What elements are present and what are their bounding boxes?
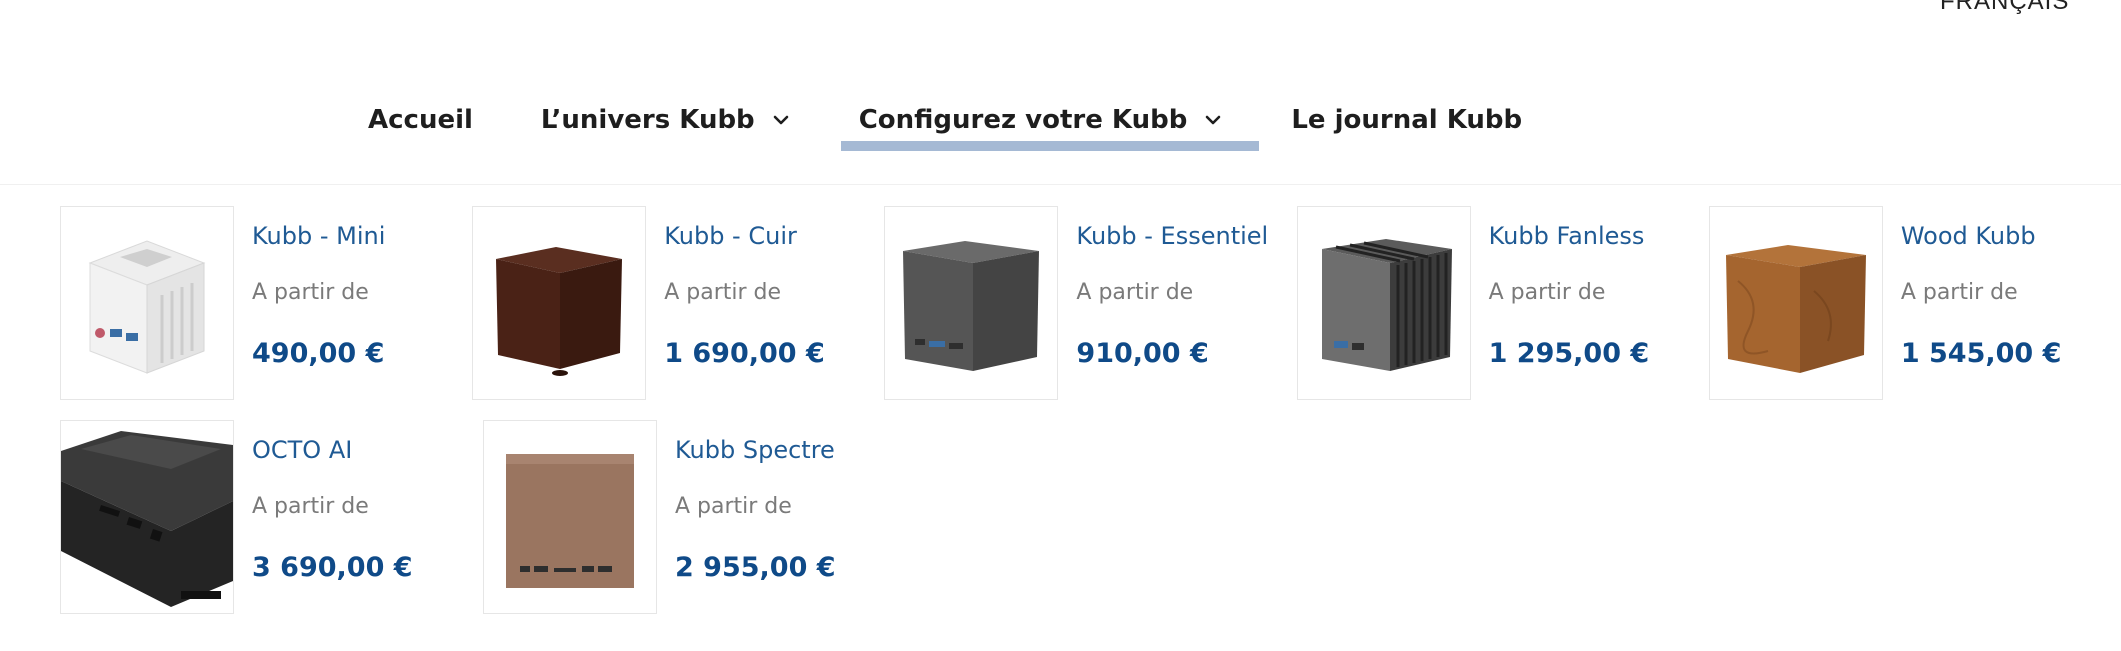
nav-item-label: L’univers Kubb <box>540 105 755 135</box>
nav-item-label: Le journal Kubb <box>1291 105 1523 135</box>
nav-item-univers-kubb[interactable]: L’univers Kubb <box>541 105 791 135</box>
product-info: OCTO AI A partir de 3 690,00 € <box>252 420 413 583</box>
product-info: Kubb - Cuir A partir de 1 690,00 € <box>664 206 825 369</box>
nav-item-label: Configurez votre Kubb <box>858 105 1188 135</box>
product-image[interactable] <box>60 420 234 614</box>
product-row: OCTO AI A partir de 3 690,00 € Kubb Spec… <box>60 420 2121 616</box>
product-price: 1 545,00 € <box>1900 338 2062 369</box>
product-name[interactable]: Wood Kubb <box>1901 222 2062 252</box>
product-info: Kubb - Mini A partir de 490,00 € <box>252 206 385 369</box>
white-mini-cube-icon <box>88 240 206 374</box>
bronze-cube-icon <box>506 454 634 588</box>
finned-grey-cube-icon <box>1321 239 1452 371</box>
product-row: Kubb - Mini A partir de 490,00 € Kubb - … <box>60 206 2121 402</box>
product-grid: Kubb - Mini A partir de 490,00 € Kubb - … <box>60 206 2121 634</box>
black-octo-chassis-icon <box>61 431 233 607</box>
product-price: 490,00 € <box>252 338 385 369</box>
product-name[interactable]: Kubb - Cuir <box>664 222 825 252</box>
product-from-label: A partir de <box>675 494 792 519</box>
product-name[interactable]: Kubb - Essentiel <box>1076 222 1268 252</box>
chevron-down-icon <box>1206 115 1221 125</box>
product-card-kubb-mini[interactable]: Kubb - Mini A partir de 490,00 € <box>60 206 472 402</box>
product-from-label: A partir de <box>1488 280 1606 305</box>
nav-divider <box>0 184 2121 185</box>
product-info: Kubb - Essentiel A partir de 910,00 € <box>1076 206 1268 369</box>
main-nav: Accueil L’univers Kubb Configurez votre … <box>368 96 1590 151</box>
language-selector[interactable]: FRANÇAIS <box>1940 0 2069 16</box>
product-price: 3 690,00 € <box>252 552 413 583</box>
product-name[interactable]: Kubb Fanless <box>1489 222 1650 252</box>
product-price: 1 690,00 € <box>664 338 825 369</box>
product-from-label: A partir de <box>664 280 782 305</box>
product-name[interactable]: OCTO AI <box>252 436 413 466</box>
chevron-down-icon <box>773 115 788 125</box>
nav-item-accueil[interactable]: Accueil <box>368 105 473 135</box>
nav-item-configurez-kubb[interactable]: Configurez votre Kubb <box>840 105 1259 151</box>
product-from-label: A partir de <box>1900 280 2018 305</box>
product-image[interactable] <box>483 420 657 614</box>
product-name[interactable]: Kubb - Mini <box>252 222 385 252</box>
product-card-kubb-spectre[interactable]: Kubb Spectre A partir de 2 955,00 € <box>483 420 906 616</box>
wood-cube-icon <box>1725 245 1866 373</box>
product-card-wood-kubb[interactable]: Wood Kubb A partir de 1 545,00 € <box>1708 206 2121 402</box>
product-price: 1 295,00 € <box>1488 338 1650 369</box>
product-image[interactable] <box>60 206 234 400</box>
product-info: Kubb Fanless A partir de 1 295,00 € <box>1489 206 1650 369</box>
product-image[interactable] <box>1708 206 1883 400</box>
product-name[interactable]: Kubb Spectre <box>675 436 836 466</box>
product-card-kubb-cuir[interactable]: Kubb - Cuir A partir de 1 690,00 € <box>472 206 884 402</box>
product-info: Kubb Spectre A partir de 2 955,00 € <box>675 420 836 583</box>
product-from-label: A partir de <box>1076 280 1194 305</box>
brown-leather-cube-icon <box>496 247 623 376</box>
product-from-label: A partir de <box>252 494 369 519</box>
product-card-kubb-fanless[interactable]: Kubb Fanless A partir de 1 295,00 € <box>1296 206 1709 402</box>
page: FRANÇAIS Accueil L’univers Kubb Configur… <box>0 0 2121 651</box>
product-price: 2 955,00 € <box>675 552 836 583</box>
product-image[interactable] <box>1296 206 1471 400</box>
product-image[interactable] <box>884 206 1059 400</box>
nav-item-journal-kubb[interactable]: Le journal Kubb <box>1291 105 1522 135</box>
product-image[interactable] <box>472 206 647 400</box>
product-card-kubb-essentiel[interactable]: Kubb - Essentiel A partir de 910,00 € <box>884 206 1296 402</box>
dark-grey-cube-icon <box>903 241 1040 371</box>
product-card-octo-ai[interactable]: OCTO AI A partir de 3 690,00 € <box>60 420 483 616</box>
product-from-label: A partir de <box>252 280 369 305</box>
nav-item-label: Accueil <box>368 105 473 135</box>
product-price: 910,00 € <box>1076 338 1209 369</box>
product-info: Wood Kubb A partir de 1 545,00 € <box>1901 206 2062 369</box>
